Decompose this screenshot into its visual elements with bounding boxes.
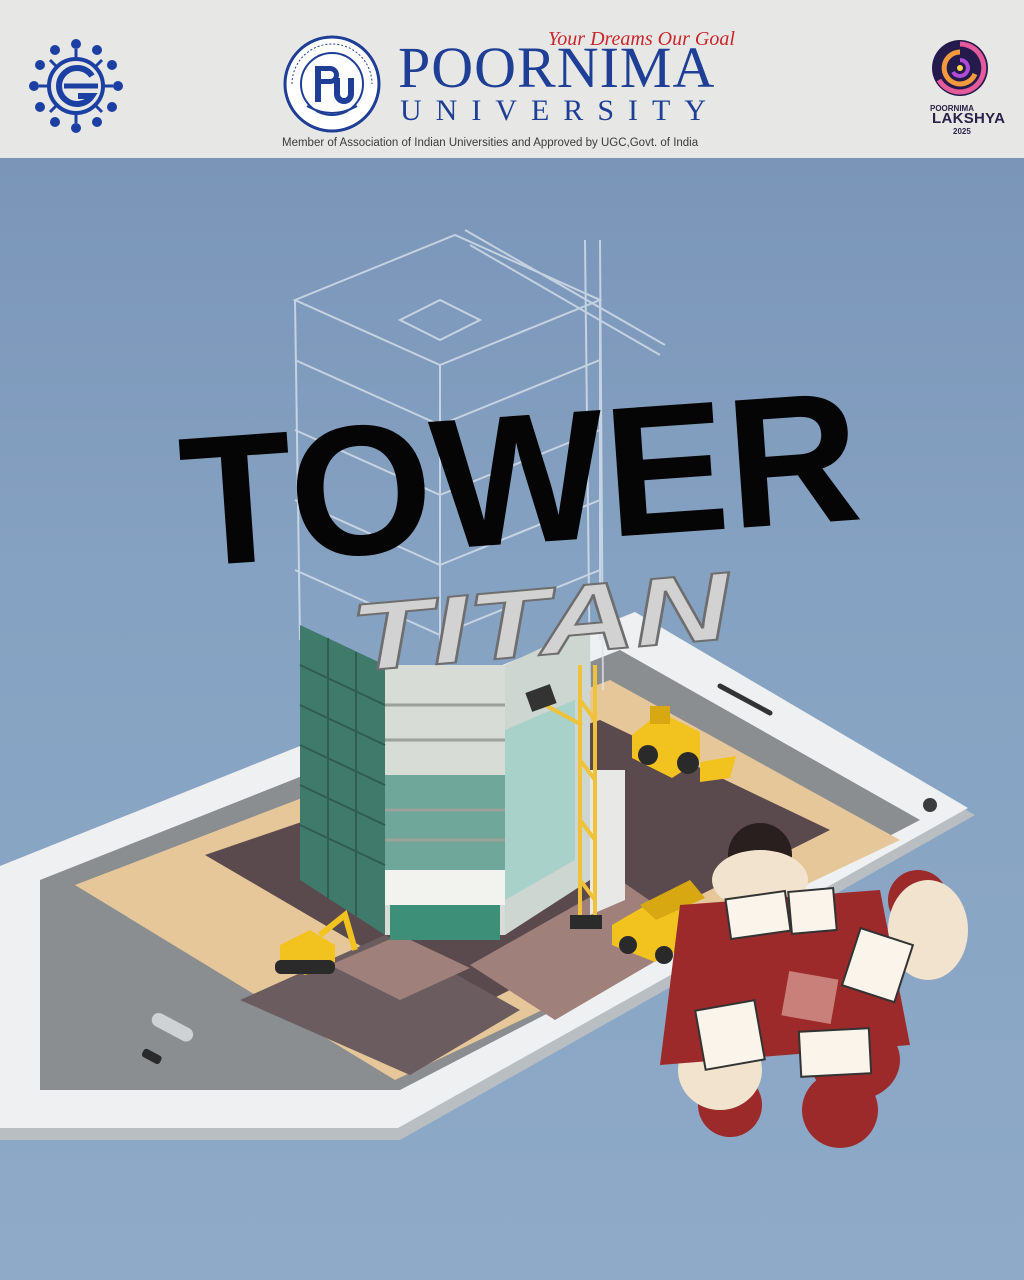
accreditation-line: Member of Association of Indian Universi… [282,137,699,149]
lakshya-logo-year: 2025 [953,127,971,136]
title-main-text: TOWER [174,385,867,565]
title-subtitle: TITAN [345,560,737,680]
university-seal-icon [283,35,381,133]
lakshya-logo-title: LAKSHYA [932,110,1006,127]
poster: Your Dreams Our Goal POORNIMA UNIVERSITY… [0,0,1024,1280]
university-subtitle: UNIVERSITY [400,94,720,127]
header-bar: Your Dreams Our Goal POORNIMA UNIVERSITY… [0,0,1024,158]
title-main: TOWER [174,385,867,565]
gear-emblem-icon [29,39,123,133]
university-name: POORNIMA [398,35,716,100]
title-subtitle-text: TITAN [346,560,736,680]
construction-illustration [0,229,975,1148]
lakshya-logo-icon [932,40,988,96]
